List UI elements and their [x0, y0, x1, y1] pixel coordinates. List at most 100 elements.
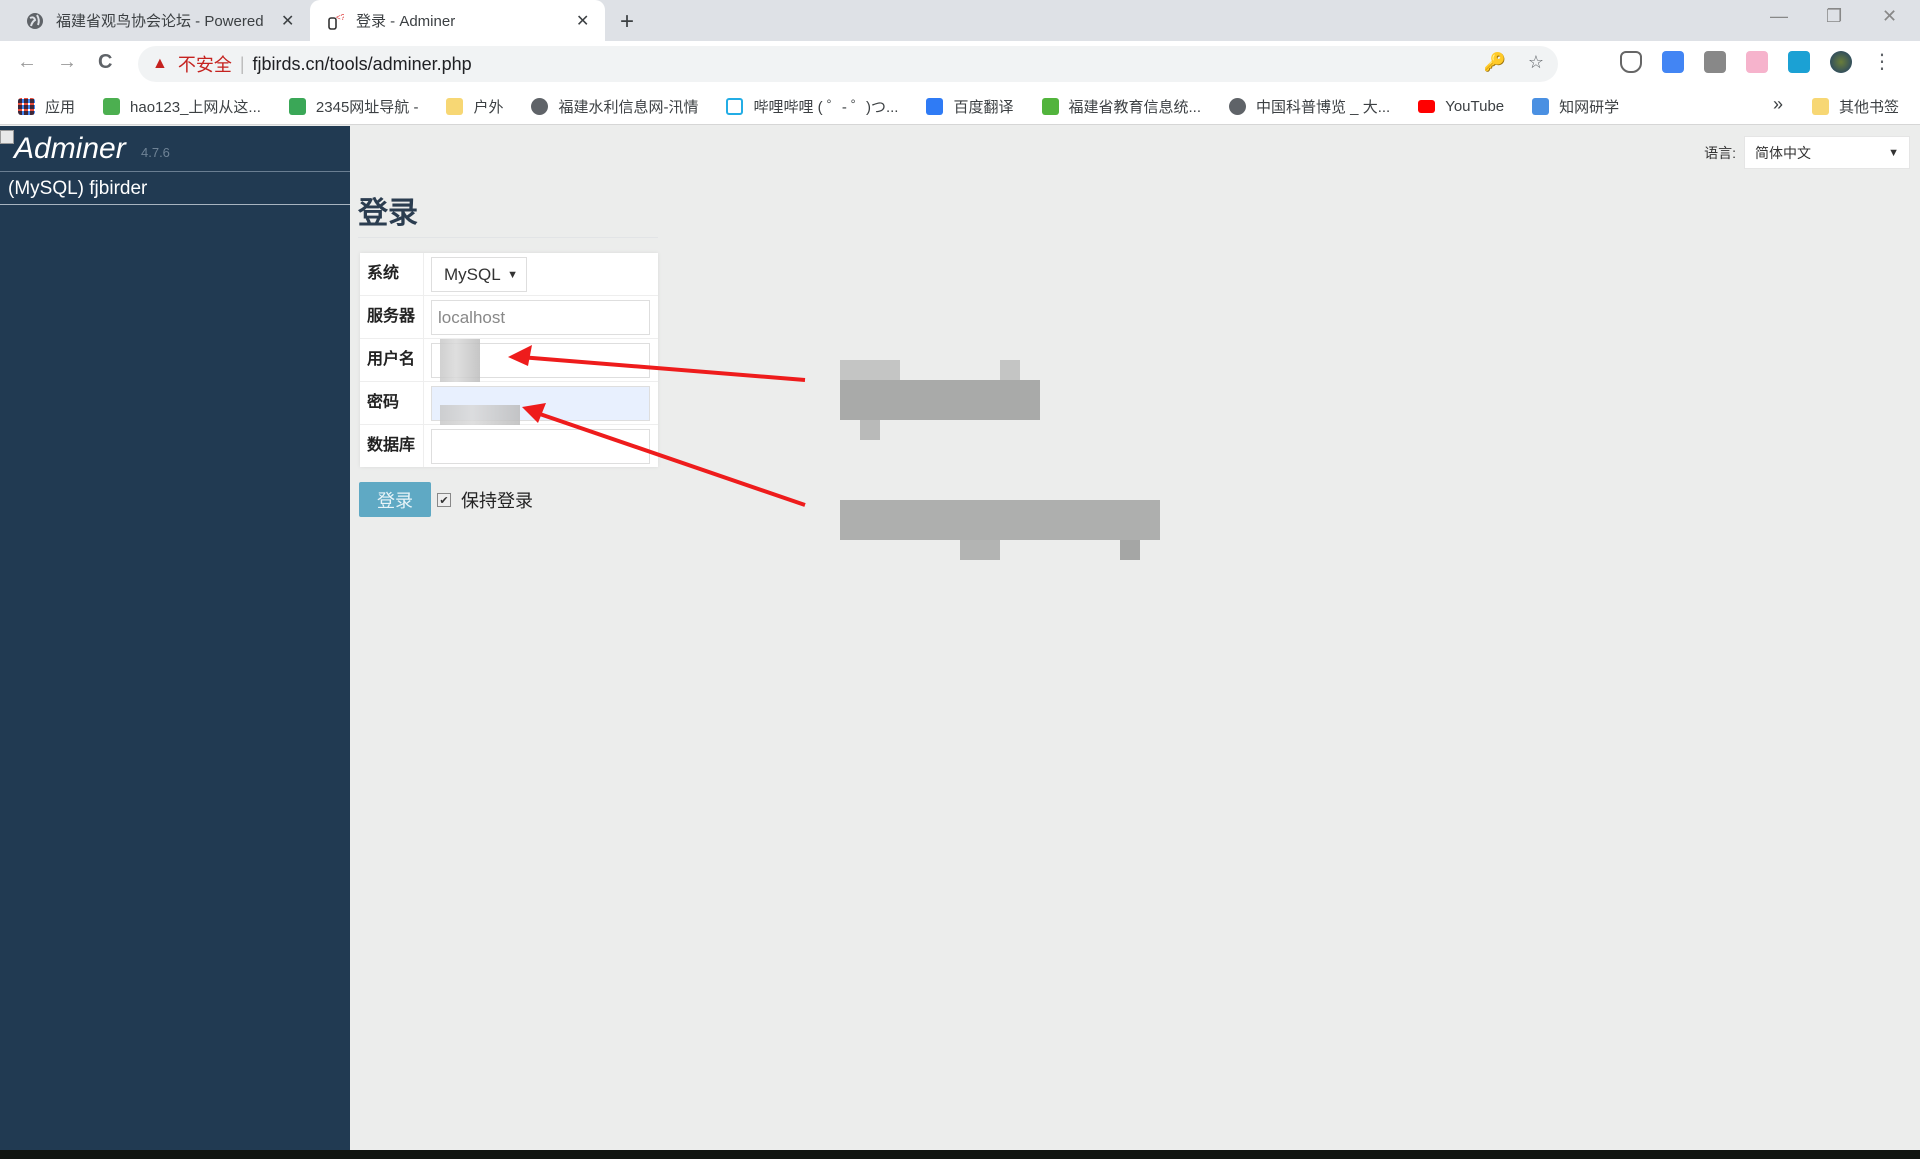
pixelated-redaction — [840, 490, 1160, 560]
dropdown-arrow-icon: ▼ — [1888, 146, 1899, 159]
sync-extension-icon[interactable] — [1788, 51, 1810, 73]
extensions-area: ⋮ — [1620, 51, 1892, 73]
bookmark-fujian-edu[interactable]: 福建省教育信息统... — [1041, 96, 1202, 117]
page-title: 登录 — [358, 197, 418, 230]
address-bar[interactable]: ▲ 不安全 | fjbirds.cn/tools/adminer.php 🔑 ☆ — [138, 46, 1558, 82]
restore-button[interactable]: ❐ — [1826, 6, 1842, 27]
tab-adminer-login[interactable]: <? 登录 - Adminer ✕ — [310, 0, 605, 41]
form-row-username: 用户名 — [360, 339, 658, 382]
globe-icon — [26, 12, 44, 30]
warning-icon: ▲ — [152, 55, 168, 72]
login-form: 系统 MySQL ▼ 服务器 localhost 用户名 密码 数据库 — [360, 253, 658, 467]
bookmark-label: 应用 — [45, 98, 76, 116]
bookmark-label: 福建省教育信息统... — [1068, 98, 1202, 116]
bookmark-apps[interactable]: 应用 — [18, 96, 75, 117]
database-label: 数据库 — [367, 437, 416, 454]
apps-grid-icon — [18, 97, 35, 115]
form-row-server: 服务器 localhost — [360, 296, 658, 339]
language-selector: 语言: 简体中文 ▼ — [1704, 136, 1910, 169]
bookmark-cnki[interactable]: 知网研学 — [1532, 96, 1619, 117]
bookmark-bilibili[interactable]: 哔哩哔哩 ( ゜- ゜)つ... — [726, 96, 898, 117]
cnki-icon — [1532, 97, 1550, 115]
shield-extension-icon[interactable] — [1620, 51, 1642, 73]
baidu-translate-icon — [926, 97, 944, 115]
language-value: 简体中文 — [1755, 144, 1811, 161]
form-row-database: 数据库 — [360, 425, 658, 468]
browser-tab-strip: 福建省观鸟协会论坛 - Powered ✕ <? 登录 - Adminer ✕ … — [0, 0, 1920, 41]
bookmark-label: hao123_上网从这... — [130, 98, 261, 116]
close-tab-icon[interactable]: ✕ — [281, 11, 294, 31]
bookmark-2345[interactable]: 2345网址导航 - — [288, 96, 419, 117]
profile-avatar[interactable] — [1830, 51, 1852, 73]
adminer-sidebar: Adminer 4.7.6 (MySQL) fjbirder — [0, 126, 350, 1150]
remember-login: ✔ 保持登录 — [437, 487, 533, 513]
server-label: 服务器 — [367, 308, 416, 325]
connection-label: (MySQL) fjbirder — [8, 178, 148, 199]
divider: | — [239, 53, 245, 74]
form-row-password: 密码 — [360, 382, 658, 425]
database-input[interactable] — [431, 429, 650, 464]
password-label: 密码 — [367, 394, 400, 411]
password-redaction — [440, 405, 520, 425]
more-bookmarks-button[interactable]: » — [1773, 94, 1783, 115]
star-icon[interactable]: ☆ — [1528, 52, 1544, 73]
version-label: 4.7.6 — [141, 145, 170, 160]
close-tab-icon[interactable]: ✕ — [576, 11, 589, 31]
menu-icon[interactable]: ⋮ — [1872, 51, 1892, 73]
hao123-icon — [103, 97, 121, 115]
language-label: 语言: — [1704, 144, 1736, 161]
bookmark-baidu-translate[interactable]: 百度翻译 — [926, 96, 1014, 117]
bookmark-kepu[interactable]: 中国科普博览 _ 大... — [1229, 96, 1390, 117]
language-select[interactable]: 简体中文 ▼ — [1744, 136, 1910, 169]
annotation-note-password — [840, 490, 1160, 560]
bilibili-extension-icon[interactable] — [1746, 51, 1768, 73]
system-label: 系统 — [367, 265, 400, 282]
bookmark-label: 其他书签 — [1839, 99, 1900, 116]
system-select[interactable]: MySQL ▼ — [431, 257, 527, 292]
edu-icon — [1041, 97, 1059, 115]
divider — [0, 171, 350, 172]
bookmark-label: 哔哩哔哩 ( ゜- ゜)つ... — [753, 98, 899, 116]
system-value: MySQL — [444, 264, 501, 284]
other-bookmarks[interactable]: 其他书签 — [1812, 96, 1899, 117]
tab-bird-forum[interactable]: 福建省观鸟协会论坛 - Powered ✕ — [0, 0, 310, 41]
url-text[interactable]: fjbirds.cn/tools/adminer.php — [253, 54, 472, 75]
server-input[interactable]: localhost — [431, 300, 650, 335]
security-status[interactable]: 不安全 — [178, 51, 232, 77]
os-taskbar — [0, 1150, 1920, 1159]
minimize-button[interactable]: — — [1770, 6, 1788, 27]
bilibili-icon — [726, 97, 744, 115]
key-icon[interactable]: 🔑 — [1483, 52, 1505, 73]
login-button[interactable]: 登录 — [359, 482, 431, 517]
username-label: 用户名 — [367, 351, 416, 368]
bookmark-folder-outdoor[interactable]: 户外 — [446, 96, 503, 117]
remember-label: 保持登录 — [461, 491, 533, 511]
bookmark-label: 户外 — [473, 98, 504, 116]
remember-checkbox[interactable]: ✔ — [437, 493, 451, 507]
adminer-logo[interactable]: Adminer — [14, 132, 126, 166]
google-translate-icon[interactable] — [1662, 51, 1684, 73]
mail-checker-icon[interactable] — [1704, 51, 1726, 73]
2345-icon — [288, 97, 306, 115]
sidebar-toggle[interactable] — [0, 130, 14, 144]
globe-icon — [531, 97, 549, 115]
bookmark-label: 2345网址导航 - — [315, 98, 419, 116]
bookmark-youtube[interactable]: YouTube — [1418, 98, 1504, 115]
new-tab-button[interactable]: + — [620, 8, 634, 36]
tab-title: 福建省观鸟协会论坛 - Powered — [56, 13, 264, 30]
svg-text:<?: <? — [336, 13, 344, 22]
annotation-note-username — [820, 360, 1060, 440]
reload-button[interactable]: C — [98, 51, 112, 74]
globe-icon — [1229, 97, 1247, 115]
divider — [358, 237, 658, 238]
folder-icon — [446, 97, 464, 115]
back-button[interactable]: ← — [17, 51, 37, 74]
divider — [0, 204, 350, 205]
bookmark-hao123[interactable]: hao123_上网从这... — [103, 96, 261, 117]
bookmark-label: 知网研学 — [1559, 98, 1620, 116]
bookmark-fujian-water[interactable]: 福建水利信息网-汛情 — [531, 96, 698, 117]
username-redaction — [440, 339, 480, 382]
close-window-button[interactable]: ✕ — [1882, 6, 1897, 27]
bookmark-label: 中国科普博览 _ 大... — [1256, 98, 1391, 116]
forward-button[interactable]: → — [57, 51, 77, 74]
